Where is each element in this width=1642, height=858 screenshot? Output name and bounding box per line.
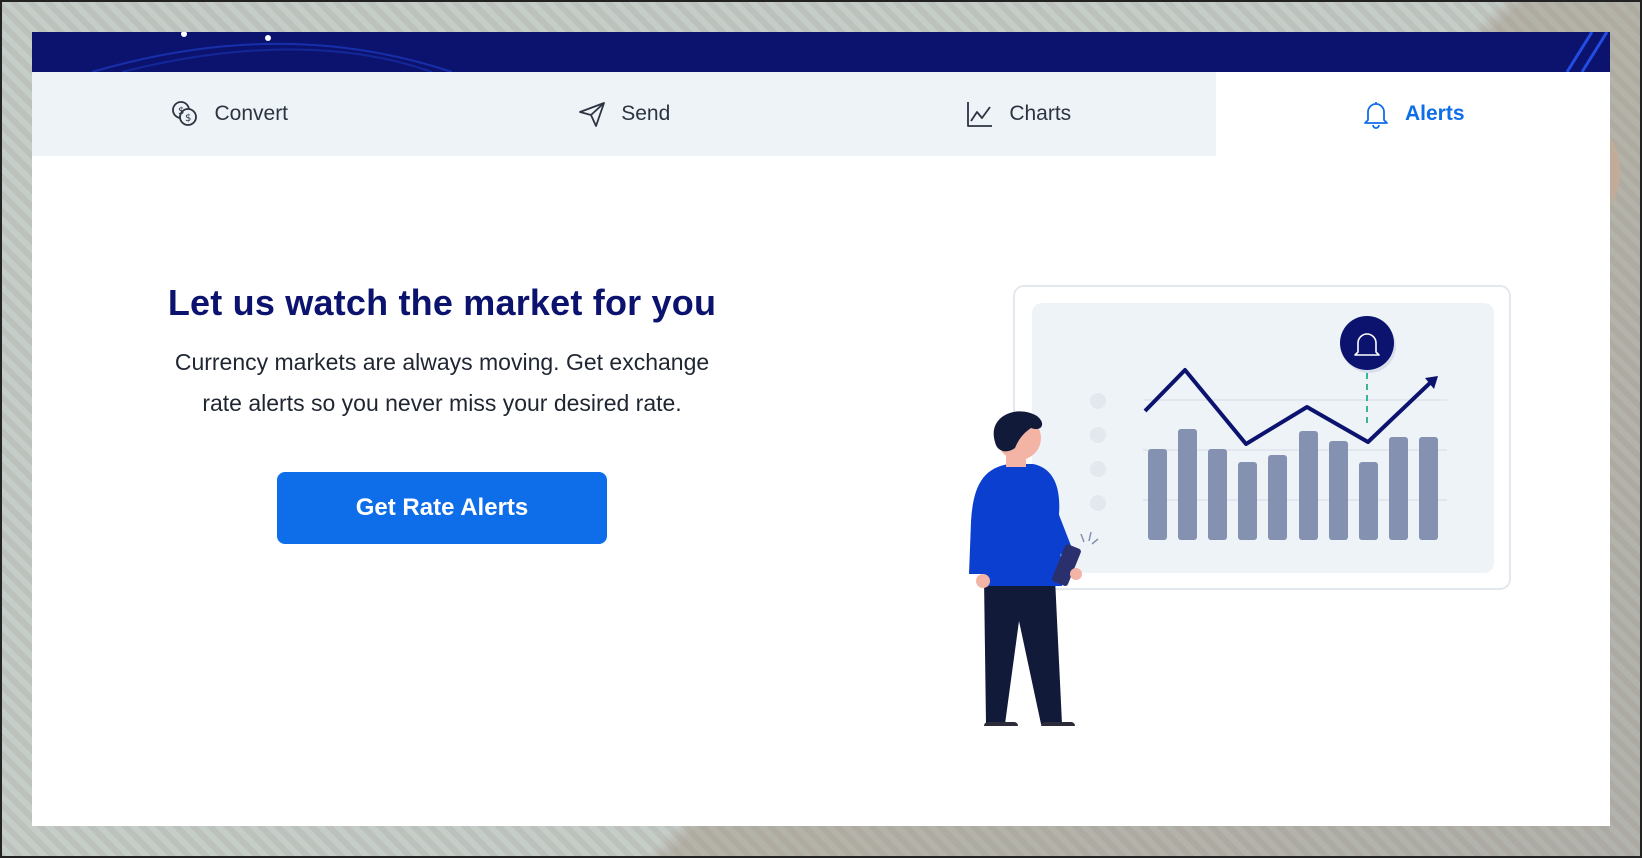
market-watch-illustration bbox=[969, 285, 1511, 726]
svg-text:$: $ bbox=[178, 106, 184, 117]
tab-send-label: Send bbox=[621, 102, 671, 125]
rate-alerts-card: $ $ Convert Send Charts Alerts Let us wa… bbox=[32, 32, 1610, 826]
page-title: Let us watch the market for you bbox=[167, 282, 717, 323]
tab-charts-label: Charts bbox=[1009, 102, 1072, 125]
tab-convert[interactable]: $ $ Convert bbox=[32, 72, 427, 156]
description-line-2: rate alerts so you never miss your desir… bbox=[202, 390, 682, 416]
bell-icon bbox=[1361, 99, 1391, 129]
svg-text:$: $ bbox=[185, 113, 191, 124]
tab-alerts-label: Alerts bbox=[1404, 102, 1465, 125]
tab-charts[interactable]: Charts bbox=[821, 72, 1216, 156]
main-content: Let us watch the market for you Currency… bbox=[32, 156, 1610, 826]
tab-alerts[interactable]: Alerts bbox=[1215, 72, 1610, 156]
line-chart-icon bbox=[965, 99, 995, 129]
header-decoration bbox=[91, 32, 1609, 72]
page-description: Currency markets are always moving. Get … bbox=[92, 342, 792, 424]
paper-plane-icon bbox=[577, 99, 607, 129]
description-line-1: Currency markets are always moving. Get … bbox=[174, 349, 710, 375]
get-rate-alerts-button[interactable]: Get Rate Alerts bbox=[277, 472, 607, 544]
tab-bar: $ $ Convert Send Charts Alerts bbox=[32, 72, 1610, 156]
coins-icon: $ $ bbox=[170, 99, 200, 129]
tab-send[interactable]: Send bbox=[427, 72, 822, 156]
alert-bell-badge bbox=[1340, 316, 1394, 370]
header-band bbox=[32, 32, 1610, 72]
tab-convert-label: Convert bbox=[214, 102, 289, 125]
